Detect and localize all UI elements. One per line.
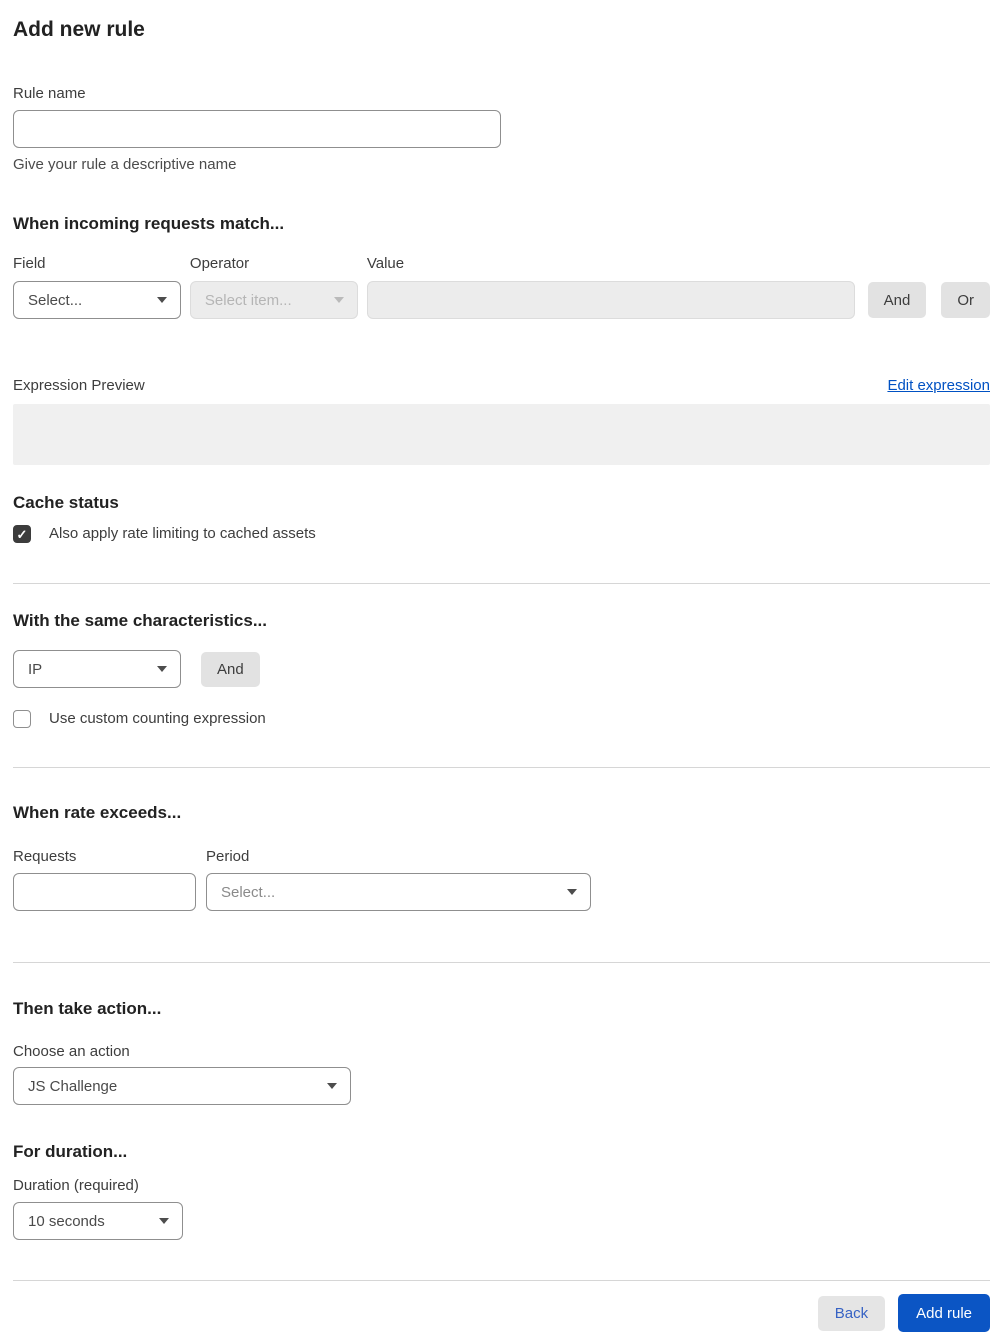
field-select-value: Select... bbox=[28, 291, 83, 309]
chevron-down-icon bbox=[333, 297, 344, 303]
add-rule-form: Add new rule Rule name Give your rule a … bbox=[0, 0, 1002, 1344]
chevron-down-icon bbox=[159, 1218, 169, 1224]
custom-counting-checkbox[interactable]: ✓ bbox=[13, 710, 31, 728]
duration-select[interactable]: 10 seconds bbox=[13, 1202, 183, 1240]
value-input bbox=[366, 281, 855, 319]
rule-name-label: Rule name bbox=[13, 85, 86, 102]
field-label: Field bbox=[13, 255, 46, 272]
operator-select-value: Select item... bbox=[204, 291, 292, 309]
chevron-down-icon bbox=[157, 666, 167, 672]
custom-counting-row: ✓ Use custom counting expression bbox=[13, 710, 990, 728]
match-section-heading: When incoming requests match... bbox=[13, 214, 285, 233]
chevron-down-icon bbox=[567, 889, 577, 895]
duration-heading: For duration... bbox=[13, 1142, 128, 1161]
cache-checkbox-label: Also apply rate limiting to cached asset… bbox=[49, 525, 316, 542]
section-divider bbox=[13, 767, 990, 768]
chevron-down-icon bbox=[327, 1083, 337, 1089]
rule-name-help: Give your rule a descriptive name bbox=[13, 156, 237, 173]
requests-label: Requests bbox=[13, 848, 77, 865]
and-button[interactable]: And bbox=[867, 282, 927, 318]
cache-checkbox-row: ✓ Also apply rate limiting to cached ass… bbox=[13, 525, 990, 543]
rule-name-input[interactable] bbox=[13, 110, 501, 148]
characteristics-and-button[interactable]: And bbox=[201, 651, 260, 687]
duration-label: Duration (required) bbox=[13, 1177, 139, 1194]
value-label: Value bbox=[366, 255, 405, 272]
duration-select-value: 10 seconds bbox=[28, 1212, 105, 1230]
choose-action-label: Choose an action bbox=[13, 1043, 130, 1060]
expression-preview-header: Expression Preview Edit expression bbox=[13, 377, 990, 395]
action-select-value: JS Challenge bbox=[28, 1077, 118, 1095]
characteristics-heading: With the same characteristics... bbox=[13, 611, 268, 630]
or-button[interactable]: Or bbox=[941, 282, 990, 318]
characteristic-select-value: IP bbox=[28, 660, 43, 678]
action-heading: Then take action... bbox=[13, 999, 162, 1018]
characteristics-row: IP And bbox=[13, 650, 990, 688]
field-select[interactable]: Select... bbox=[13, 281, 181, 319]
period-select[interactable]: Select... bbox=[206, 873, 591, 911]
operator-select: Select item... bbox=[189, 281, 358, 319]
action-select[interactable]: JS Challenge bbox=[13, 1067, 351, 1105]
cache-checkbox[interactable]: ✓ bbox=[13, 525, 31, 543]
characteristic-select[interactable]: IP bbox=[13, 650, 181, 688]
check-icon: ✓ bbox=[16, 526, 28, 542]
period-label: Period bbox=[206, 848, 250, 865]
add-rule-button[interactable]: Add rule bbox=[898, 1294, 990, 1332]
expression-preview-box bbox=[13, 404, 990, 465]
operator-label: Operator bbox=[189, 255, 250, 272]
match-builder-row: Field Select... Operator Select item... … bbox=[13, 255, 990, 319]
page-title: Add new rule bbox=[13, 18, 145, 41]
expression-preview-label: Expression Preview bbox=[13, 377, 145, 394]
edit-expression-link[interactable]: Edit expression bbox=[887, 377, 990, 394]
requests-input[interactable] bbox=[13, 873, 196, 911]
custom-counting-label: Use custom counting expression bbox=[49, 710, 266, 727]
section-divider bbox=[13, 962, 990, 963]
back-button[interactable]: Back bbox=[817, 1295, 886, 1331]
footer-actions: Back Add rule bbox=[13, 1281, 990, 1332]
chevron-down-icon bbox=[156, 297, 167, 303]
cache-status-heading: Cache status bbox=[13, 493, 119, 512]
rate-row: Requests Period Select... bbox=[13, 848, 990, 911]
section-divider bbox=[13, 583, 990, 584]
period-select-value: Select... bbox=[221, 883, 276, 901]
rate-heading: When rate exceeds... bbox=[13, 803, 182, 822]
